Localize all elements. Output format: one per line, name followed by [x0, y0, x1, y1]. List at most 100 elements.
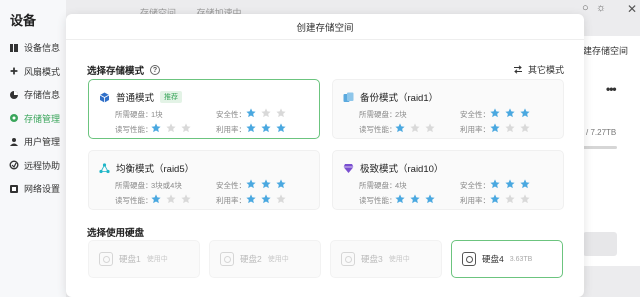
storage-pie-icon: [9, 90, 19, 100]
other-mode-label: 其它模式: [527, 65, 564, 75]
mode-card-normal[interactable]: 普通模式 推荐 所需硬盘： 1块 安全性： 读写性能： 利用率：: [88, 79, 320, 139]
required-disks-label: 所需硬盘：: [115, 110, 153, 119]
disk-card-4[interactable]: 硬盘4 3.63TB: [451, 240, 563, 278]
mode-section-title: 选择存储模式 ?: [87, 63, 161, 77]
sidebar-item-fan-mode[interactable]: 风扇模式: [0, 60, 66, 84]
help-icon[interactable]: ?: [150, 65, 161, 75]
star-filled-icon: [246, 108, 256, 118]
performance-label: 读写性能：: [115, 125, 153, 134]
disk-icon: [99, 252, 113, 266]
sidebar-item-storage-info[interactable]: 存储信息: [0, 83, 66, 107]
utilization-rating: [246, 194, 286, 204]
sidebar-item-label: 设备信息: [24, 43, 61, 54]
utilization-rating: [490, 123, 530, 133]
sidebar-item-label: 存储信息: [24, 90, 61, 101]
cube-icon: [98, 91, 110, 103]
sidebar-item-user-manage[interactable]: 用户管理: [0, 130, 66, 154]
mode-name: 极致模式（raid10）: [360, 164, 444, 175]
disk-icon: [220, 252, 234, 266]
create-storage-dialog: 创建存储空间 选择存储模式 ? 其它模式 普通模式 推荐 所需硬盘： 1块 安全…: [66, 14, 584, 297]
background-block: [583, 232, 617, 256]
performance-rating: [395, 194, 435, 204]
mode-card-backup[interactable]: 备份模式（raid1） 所需硬盘： 2块 安全性： 读写性能： 利用率：: [332, 79, 564, 139]
required-disks-value: 1块: [151, 110, 163, 119]
utilization-label: 利用率：: [460, 196, 490, 205]
disk-card-1[interactable]: 硬盘1 使用中: [88, 240, 200, 278]
star-filled-icon: [246, 123, 256, 133]
star-empty-icon: [520, 194, 530, 204]
utilization-label: 利用率：: [216, 125, 246, 134]
swap-icon: [513, 65, 523, 74]
mode-name: 备份模式（raid1）: [360, 93, 439, 104]
disk-name: 硬盘2: [240, 254, 262, 264]
create-storage-label[interactable]: 建存储空间: [583, 44, 628, 57]
required-disks-value: 4块: [395, 181, 407, 190]
star-filled-icon: [151, 123, 161, 133]
utilization-rating: [246, 123, 286, 133]
safety-rating: [246, 179, 286, 189]
star-empty-icon: [520, 123, 530, 133]
safety-label: 安全性：: [216, 110, 246, 119]
mode-title: 备份模式（raid1）: [342, 90, 438, 104]
more-icon[interactable]: •••: [606, 82, 617, 96]
backup-icon: [342, 91, 354, 103]
utilization-label: 利用率：: [460, 125, 490, 134]
mode-card-balance[interactable]: 均衡模式（raid5） 所需硬盘： 3块或4块 安全性： 读写性能： 利用率：: [88, 150, 320, 210]
mode-section-label: 选择存储模式: [87, 66, 145, 77]
performance-label: 读写性能：: [359, 196, 397, 205]
bell-icon[interactable]: ○: [582, 2, 589, 14]
close-icon[interactable]: ✕: [627, 2, 637, 16]
star-empty-icon: [425, 123, 435, 133]
gear-icon[interactable]: ☼: [596, 2, 606, 14]
mode-name: 普通模式: [116, 93, 155, 104]
performance-rating: [151, 194, 191, 204]
recommended-badge: 推荐: [160, 91, 183, 103]
safety-rating: [246, 108, 286, 118]
star-empty-icon: [166, 194, 176, 204]
other-mode-button[interactable]: 其它模式: [513, 63, 564, 76]
star-empty-icon: [505, 123, 515, 133]
device-info-icon: [9, 43, 19, 53]
star-filled-icon: [490, 179, 500, 189]
mode-name: 均衡模式（raid5）: [116, 164, 195, 175]
sidebar-item-remote-assist[interactable]: 远程协助: [0, 154, 66, 178]
disk-card-2[interactable]: 硬盘2 使用中: [209, 240, 321, 278]
star-filled-icon: [151, 194, 161, 204]
utilization-label: 利用率：: [216, 196, 246, 205]
performance-label: 读写性能：: [115, 196, 153, 205]
sidebar-item-storage-manage[interactable]: 存储管理: [0, 107, 66, 131]
sidebar-item-network[interactable]: 网络设置: [0, 177, 66, 201]
sidebar-item-device-info[interactable]: 设备信息: [0, 36, 66, 60]
star-empty-icon: [276, 194, 286, 204]
storage-size-text: / 7.27TB: [586, 128, 617, 137]
performance-label: 读写性能：: [359, 125, 397, 134]
safety-label: 安全性：: [460, 110, 490, 119]
star-empty-icon: [181, 123, 191, 133]
extreme-icon: [342, 162, 354, 174]
mode-card-extreme[interactable]: 极致模式（raid10） 所需硬盘： 4块 安全性： 读写性能： 利用率：: [332, 150, 564, 210]
star-filled-icon: [410, 194, 420, 204]
star-filled-icon: [246, 179, 256, 189]
star-empty-icon: [505, 194, 515, 204]
disk-status: 3.63TB: [509, 255, 533, 263]
sidebar-item-label: 风扇模式: [24, 66, 61, 77]
disk-section-title: 选择使用硬盘: [87, 228, 145, 239]
disk-card-3[interactable]: 硬盘3 使用中: [330, 240, 442, 278]
app-title: 设备: [10, 13, 37, 28]
performance-rating: [151, 123, 191, 133]
star-filled-icon: [520, 108, 530, 118]
star-filled-icon: [490, 108, 500, 118]
safety-label: 安全性：: [216, 181, 246, 190]
safety-rating: [490, 108, 530, 118]
star-filled-icon: [246, 194, 256, 204]
mode-title: 普通模式 推荐: [98, 90, 183, 104]
star-filled-icon: [261, 194, 271, 204]
star-empty-icon: [276, 108, 286, 118]
required-disks-label: 所需硬盘：: [359, 110, 397, 119]
star-empty-icon: [166, 123, 176, 133]
performance-rating: [395, 123, 435, 133]
star-empty-icon: [181, 194, 191, 204]
star-filled-icon: [520, 179, 530, 189]
mode-title: 均衡模式（raid5）: [98, 161, 194, 175]
sidebar: 设备 设备信息 风扇模式 存储信息 存储管理 用户管理 远程协助 网络设置: [0, 0, 66, 297]
